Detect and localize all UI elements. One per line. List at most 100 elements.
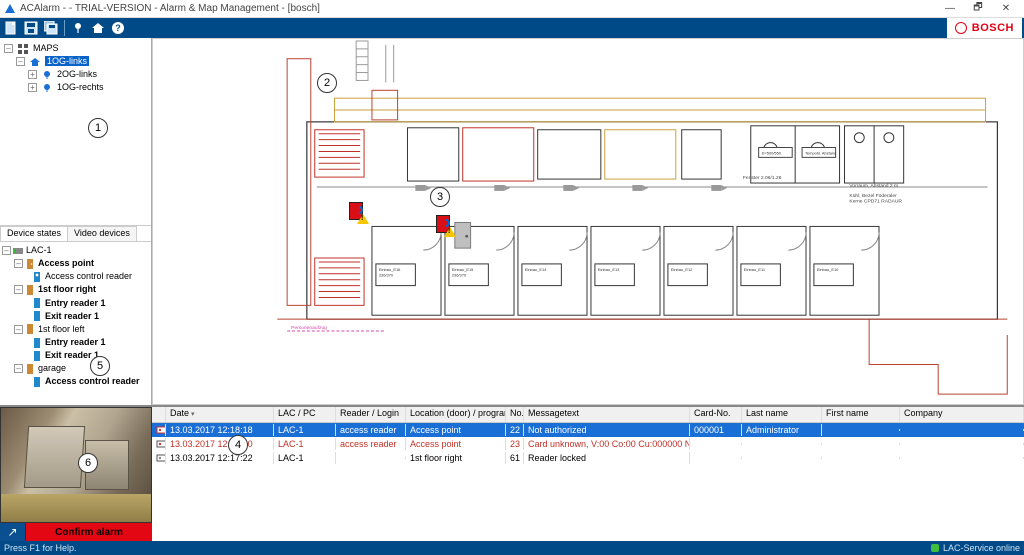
col-lac[interactable]: LAC / PC <box>274 407 336 422</box>
tree-toggle[interactable]: + <box>28 83 37 92</box>
event-row[interactable]: 13.03.2017 12:18:18 LAC-1 access reader … <box>152 423 1024 437</box>
bosch-ring-icon <box>955 22 967 34</box>
event-row[interactable]: 13.03.2017 12:17:30 LAC-1 access reader … <box>152 437 1024 451</box>
svg-text:Einbau_E10: Einbau_E10 <box>817 267 839 272</box>
svg-text:236/370: 236/370 <box>379 273 394 278</box>
col-reader[interactable]: Reader / Login <box>336 407 406 422</box>
pin-icon <box>42 83 53 93</box>
reader-icon <box>32 311 43 321</box>
device-access-point[interactable]: Access point <box>38 258 94 268</box>
map-viewport[interactable]: Fenster 2.06/1.26 Vorraum, Abstand 2 m K… <box>152 38 1024 405</box>
confirm-alarm-button[interactable]: Confirm alarm <box>26 523 152 541</box>
new-file-button[interactable] <box>2 19 20 37</box>
device-root[interactable]: LAC-1 <box>26 245 52 255</box>
reader-icon <box>32 272 43 282</box>
svg-text:Einbau_E14: Einbau_E14 <box>525 267 547 272</box>
tab-video-devices[interactable]: Video devices <box>67 226 137 241</box>
device-reader[interactable]: Exit reader 1 <box>45 311 99 321</box>
maps-tree-panel: – MAPS – 1OG-links + 2OG-links + <box>0 38 151 226</box>
tree-toggle[interactable]: – <box>4 44 13 53</box>
svg-text:Kühl, Bezel Föderaler: Kühl, Bezel Föderaler <box>849 193 897 199</box>
brand-logo: BOSCH <box>947 18 1022 38</box>
tree-toggle[interactable]: – <box>2 246 11 255</box>
sort-indicator-icon: ▾ <box>191 411 195 418</box>
device-reader[interactable]: Exit reader 1 <box>45 350 99 360</box>
callout-1: 1 <box>88 118 108 138</box>
svg-text:Personenaufzug: Personenaufzug <box>291 325 327 331</box>
service-status: LAC-Service online <box>931 543 1020 553</box>
main-toolbar: ? BOSCH <box>0 18 1024 38</box>
device-1st-floor-left[interactable]: 1st floor left <box>38 324 85 334</box>
svg-text:Einbau_E16: Einbau_E16 <box>379 267 401 272</box>
device-1st-floor-right[interactable]: 1st floor right <box>38 285 96 295</box>
tree-toggle[interactable]: + <box>28 70 37 79</box>
toolbar-separator <box>64 20 65 36</box>
row-alarm-icon <box>152 424 166 436</box>
map-item-2og-links[interactable]: 2OG-links <box>57 69 97 79</box>
save-button[interactable] <box>22 19 40 37</box>
device-garage[interactable]: garage <box>38 363 66 373</box>
svg-text:Einbau_E12: Einbau_E12 <box>671 267 692 272</box>
row-alarm-icon <box>152 438 166 450</box>
camera-column: 6 ↗ Confirm alarm <box>0 407 152 541</box>
home-icon <box>30 57 41 67</box>
svg-text:236/370: 236/370 <box>452 273 467 278</box>
restore-button[interactable]: 🗗 <box>964 1 992 17</box>
bottom-panel: 6 ↗ Confirm alarm Date▾ LAC / PC Reader … <box>0 405 1024 541</box>
svg-text:D=500/550: D=500/550 <box>762 150 782 155</box>
svg-text:Fenster 2.06/1.26: Fenster 2.06/1.26 <box>743 175 782 181</box>
expand-camera-button[interactable]: ↗ <box>0 523 26 541</box>
device-reader[interactable]: Access control reader <box>45 376 140 386</box>
svg-text:?: ? <box>115 23 121 33</box>
col-lastname[interactable]: Last name <box>742 407 822 422</box>
left-panel: – MAPS – 1OG-links + 2OG-links + <box>0 38 152 405</box>
tree-toggle[interactable]: – <box>14 325 23 334</box>
reader-icon <box>32 351 43 361</box>
main-area: – MAPS – 1OG-links + 2OG-links + <box>0 38 1024 405</box>
pin-icon <box>42 70 53 80</box>
app-icon <box>4 3 16 15</box>
device-tree[interactable]: –LAC-1 –Access point Access control read… <box>0 242 151 390</box>
device-reader[interactable]: Access control reader <box>45 271 132 281</box>
svg-text:Einbau_E11: Einbau_E11 <box>744 267 765 272</box>
status-help: Press F1 for Help. <box>4 543 77 553</box>
tree-toggle[interactable]: – <box>16 57 25 66</box>
status-online-icon <box>931 544 939 552</box>
device-panel: Device states Video devices –LAC-1 –Acce… <box>0 226 151 405</box>
device-reader[interactable]: Entry reader 1 <box>45 337 106 347</box>
maps-tree[interactable]: – MAPS – 1OG-links + 2OG-links + <box>2 40 149 97</box>
status-bar: Press F1 for Help. LAC-Service online <box>0 541 1024 555</box>
map-item-1og-links[interactable]: 1OG-links <box>45 56 89 66</box>
reader-alarm-icon[interactable] <box>436 215 454 237</box>
service-status-label: LAC-Service online <box>943 543 1020 553</box>
tree-toggle[interactable]: – <box>14 285 23 294</box>
callout-6: 6 <box>78 453 98 473</box>
reader-alarm-icon[interactable] <box>349 202 367 224</box>
col-date[interactable]: Date▾ <box>166 407 274 422</box>
col-message[interactable]: Messagetext <box>524 407 690 422</box>
tab-device-states[interactable]: Device states <box>0 226 68 241</box>
tree-toggle[interactable]: – <box>14 364 23 373</box>
col-company[interactable]: Company <box>900 407 1024 422</box>
col-firstname[interactable]: First name <box>822 407 900 422</box>
svg-text:Kerne CPD71 RADAUR: Kerne CPD71 RADAUR <box>849 199 902 205</box>
col-location[interactable]: Location (door) / program <box>406 407 506 422</box>
minimize-button[interactable]: — <box>936 1 964 17</box>
reader-icon <box>32 338 43 348</box>
svg-text:Tempobl. Abstand: Tempobl. Abstand <box>805 150 836 155</box>
map-item-1og-rechts[interactable]: 1OG-rechts <box>57 83 104 93</box>
maps-root-label[interactable]: MAPS <box>33 43 59 53</box>
event-row[interactable]: 13.03.2017 12:17:22 LAC-1 1st floor righ… <box>152 451 1024 465</box>
camera-preview[interactable] <box>0 407 152 523</box>
col-cardno[interactable]: Card-No. <box>690 407 742 422</box>
device-reader[interactable]: Entry reader 1 <box>45 298 106 308</box>
help-button[interactable]: ? <box>109 19 127 37</box>
col-icon[interactable] <box>152 407 166 422</box>
door-icon <box>25 285 36 295</box>
save-all-button[interactable] <box>42 19 60 37</box>
tree-toggle[interactable]: – <box>14 259 23 268</box>
close-button[interactable]: ✕ <box>992 1 1020 17</box>
col-no[interactable]: No. <box>506 407 524 422</box>
pin-button[interactable] <box>69 19 87 37</box>
home-button[interactable] <box>89 19 107 37</box>
